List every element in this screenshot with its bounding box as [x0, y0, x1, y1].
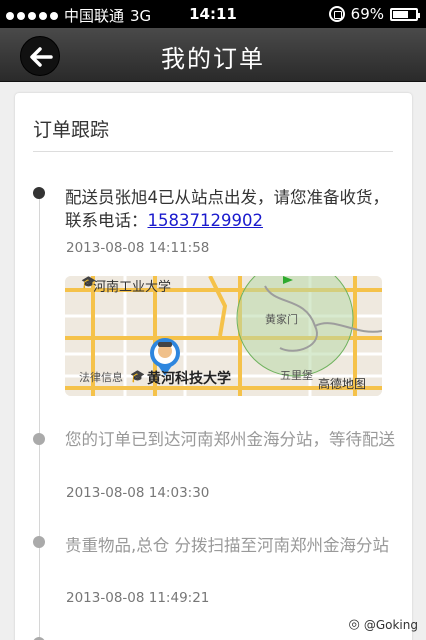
event-time: 2013-08-08 14:11:58	[66, 240, 210, 256]
event-text: 您的订单已到达河南郑州金海分站，等待配送	[65, 430, 395, 449]
status-bar: 中国联通 3G 14:11 69%	[0, 0, 426, 28]
school-icon: 🎓	[81, 276, 96, 289]
event-time: 2013-08-08 14:03:30	[66, 485, 210, 501]
timeline-line	[39, 193, 40, 640]
map-label-north-school: 河南工业大学	[93, 280, 172, 295]
map-label-south-area: 五里堡	[280, 369, 313, 382]
map-label-main-school: 黄河科技大学	[147, 371, 231, 387]
rotation-lock-icon	[328, 6, 345, 22]
timeline-dot	[33, 536, 45, 548]
timeline-dot	[33, 433, 45, 445]
courier-map[interactable]: 河南工业大学 🎓 黄家门 法律信息 黄河科技大学 🎓 五里堡 高德地图	[65, 276, 382, 396]
weibo-icon: ◎	[348, 617, 360, 632]
map-label-east-area: 黄家门	[265, 313, 298, 326]
page-title: 我的订单	[161, 45, 265, 73]
battery-icon	[390, 7, 420, 21]
watermark-text: @Goking	[363, 617, 418, 632]
school-icon: 🎓	[130, 369, 145, 383]
phone-link[interactable]: 15837129902	[148, 211, 263, 230]
map-label-west-poi: 法律信息	[79, 371, 123, 384]
watermark: ◎ @Goking	[349, 617, 419, 632]
event-time: 2013-08-08 11:49:21	[66, 590, 210, 606]
nav-bar: 我的订单	[0, 28, 426, 82]
event-text: 贵重物品,总仓 分拨扫描至河南郑州金海分站	[65, 536, 389, 555]
divider	[33, 151, 393, 152]
timeline-dot-current	[33, 187, 45, 199]
order-tracking-card: 订单跟踪 配送员张旭4已从站点出发，请您准备收货，联系电话：1583712990…	[15, 93, 412, 640]
map-brand-logo: 高德地图	[318, 377, 367, 391]
event-text: 配送员张旭4已从站点出发，请您准备收货，联系电话：15837129902	[65, 186, 395, 232]
status-right: 69%	[328, 5, 420, 23]
section-heading: 订单跟踪	[33, 119, 110, 141]
battery-percent: 69%	[350, 5, 384, 23]
